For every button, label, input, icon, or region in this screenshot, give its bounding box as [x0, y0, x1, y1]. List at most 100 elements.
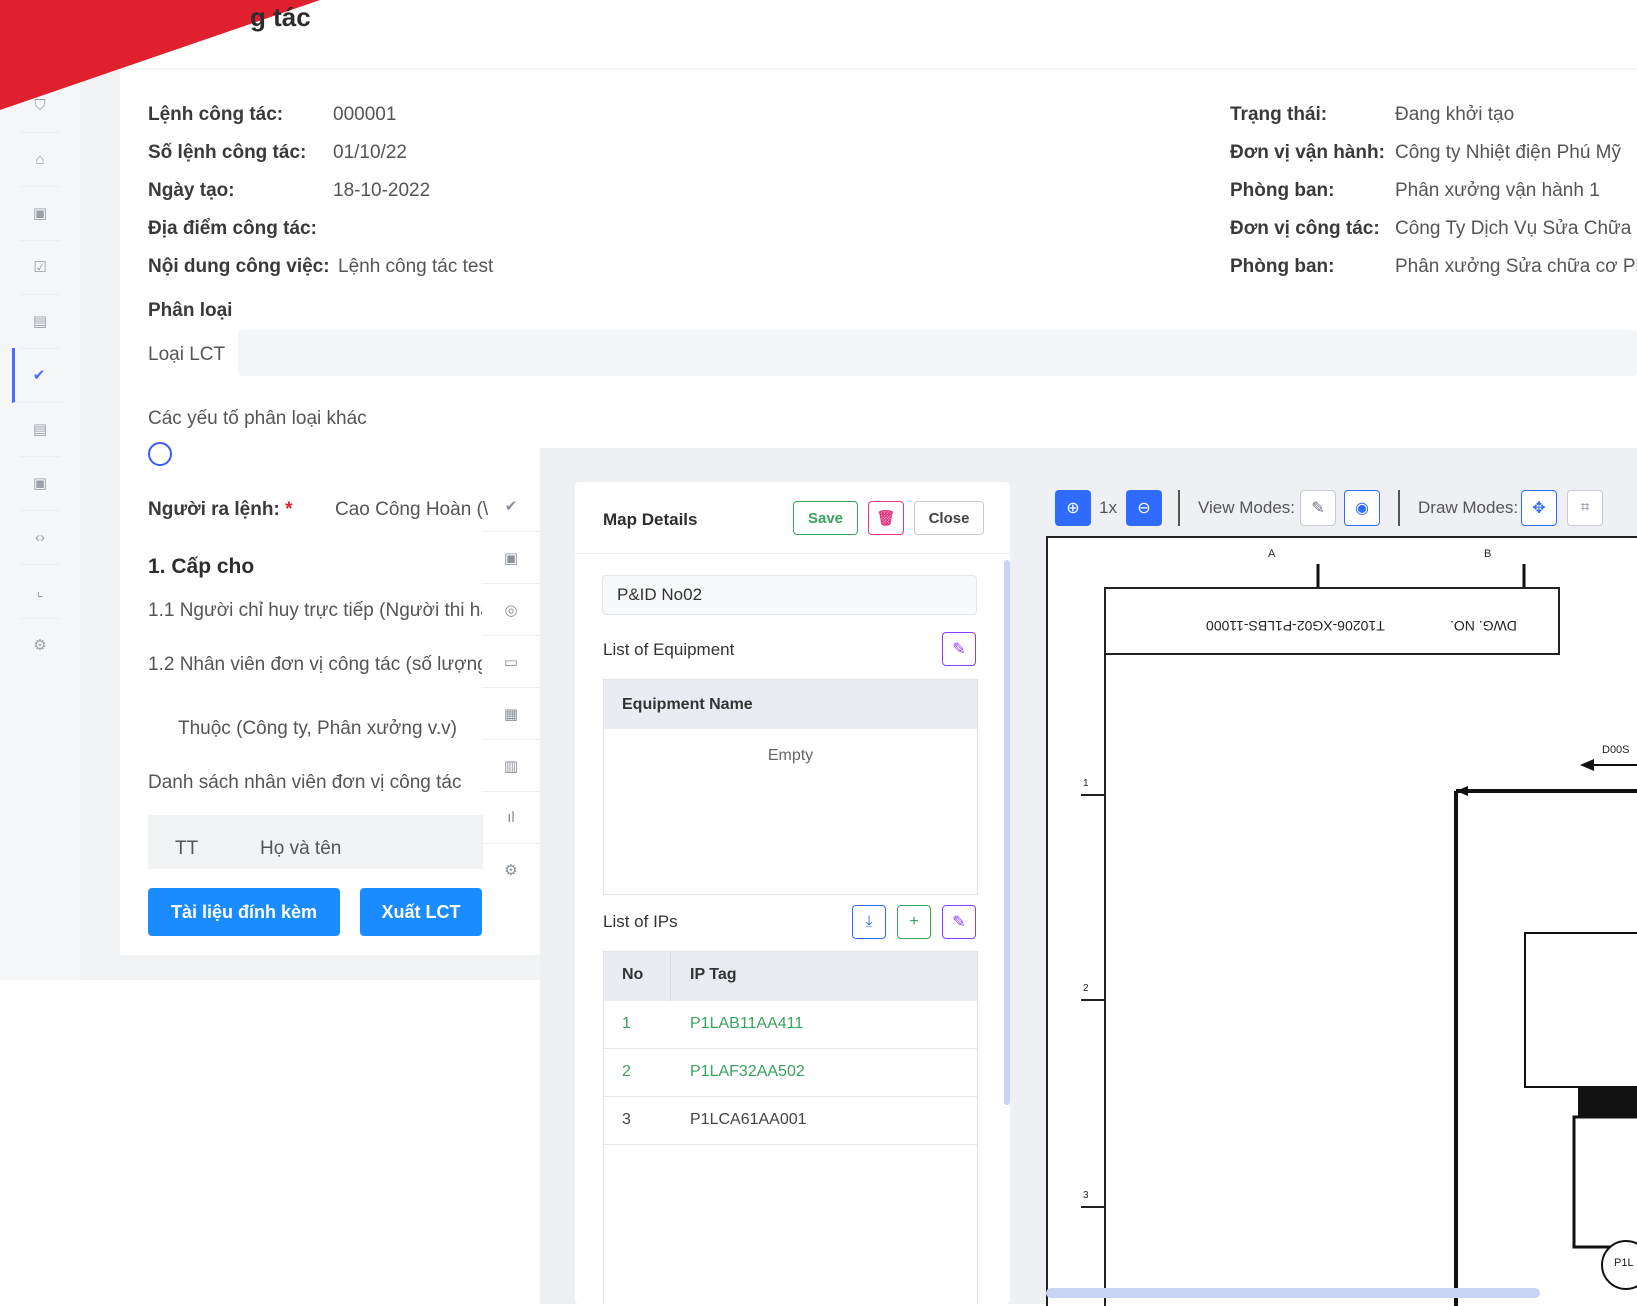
ip-col-divider: [670, 952, 671, 1001]
chart-icon[interactable]: ⌞: [20, 564, 60, 619]
ip-list-label: List of IPs: [603, 912, 678, 931]
bar-chart-icon[interactable]: ıl: [482, 792, 540, 844]
ip-row-tag: P1LAF32AA502: [690, 1063, 805, 1080]
move-icon: ✥: [1532, 500, 1546, 517]
settings-icon[interactable]: ⚙: [20, 618, 60, 672]
ip-col-tag: IP Tag: [690, 966, 737, 983]
folder-icon[interactable]: ▭: [482, 636, 540, 688]
pid-name-field[interactable]: P&ID No02: [602, 575, 977, 615]
department-value: Phân xưởng vận hành 1: [1395, 180, 1600, 201]
check-circle-icon[interactable]: ✔: [12, 348, 63, 403]
delete-button[interactable]: 🗑: [868, 501, 904, 535]
status-value: Đang khởi tạo: [1395, 104, 1515, 125]
crop-mode-button[interactable]: ⌗: [1567, 490, 1603, 526]
other-factors-label: Các yếu tố phân loại khác: [148, 408, 367, 429]
toolbar-separator: [1398, 490, 1400, 526]
check-square-icon[interactable]: ☑: [20, 240, 60, 295]
add-ip-button[interactable]: +: [897, 905, 931, 939]
target-icon[interactable]: ◎: [482, 584, 540, 636]
drawing-tag[interactable]: P1L: [1614, 1257, 1634, 1269]
calendar-icon[interactable]: ▣: [20, 186, 60, 241]
export-button[interactable]: Xuất LCT: [360, 888, 482, 936]
other-factors-radio[interactable]: [148, 442, 172, 466]
classification-heading: Phân loại: [148, 300, 233, 321]
draw-modes-label: Draw Modes:: [1418, 498, 1519, 517]
check-circle-icon[interactable]: ✔: [482, 480, 540, 532]
calendar-icon[interactable]: ▣: [20, 456, 60, 511]
view-mode-button[interactable]: ◉: [1344, 490, 1380, 526]
download-icon: ⤓: [865, 913, 873, 930]
panel-scrollbar[interactable]: [1004, 560, 1010, 1105]
staff-col-name: Họ và tên: [260, 838, 342, 859]
panel-divider: [575, 553, 1010, 554]
drawing-arrow-label: D00S: [1602, 744, 1630, 756]
issuer-label-text: Người ra lệnh:: [148, 499, 280, 520]
building-icon[interactable]: ▤: [20, 402, 60, 457]
created-date-label: Ngày tạo:: [148, 180, 235, 201]
ip-row-tag: P1LCA61AA001: [690, 1111, 807, 1128]
close-button[interactable]: Close: [914, 501, 984, 535]
zoom-in-icon: ⊕: [1066, 500, 1080, 517]
zoom-out-button[interactable]: ⊖: [1126, 490, 1162, 526]
ip-row-no: 1: [622, 1015, 631, 1032]
order-type-select[interactable]: [238, 330, 1637, 376]
section-1-title: 1. Cấp cho: [148, 555, 255, 578]
code-icon[interactable]: ‹›: [20, 510, 60, 565]
crop-icon: ⌗: [1580, 499, 1590, 516]
drawing-col-a: A: [1268, 548, 1276, 560]
pencil-icon: ✎: [952, 641, 966, 658]
issuer-value[interactable]: Cao Công Hoàn (\: [335, 499, 488, 521]
location-label: Địa điểm công tác:: [148, 218, 317, 239]
edit-mode-button[interactable]: ✎: [1300, 490, 1336, 526]
ip-row-tag: P1LAB11AA411: [690, 1015, 804, 1032]
ip-col-no: No: [622, 966, 644, 983]
order-number-label: Số lệnh công tác:: [148, 142, 307, 163]
download-button[interactable]: ⤓: [852, 905, 886, 939]
calendar-icon[interactable]: ▣: [482, 532, 540, 584]
drawing-row-1: 1: [1083, 778, 1089, 789]
toolbar-separator: [1178, 490, 1180, 526]
pid-drawing-canvas[interactable]: A B T10206-XG02-P1LBS-11000 DWG. NO. 1 2…: [1046, 536, 1637, 1306]
save-button[interactable]: Save: [793, 501, 858, 535]
ip-table-header: No IP Tag: [604, 952, 977, 1001]
required-mark: *: [285, 499, 293, 520]
work-order-label: Lệnh công tác:: [148, 104, 284, 125]
department-label: Phòng ban:: [1230, 180, 1335, 201]
building-icon[interactable]: ⌂: [20, 132, 60, 187]
edit-ip-button[interactable]: ✎: [942, 905, 976, 939]
map-details-title: Map Details: [603, 510, 698, 529]
staff-count-label: 1.2 Nhân viên đơn vị công tác (số lượng: [148, 654, 482, 675]
shield-icon[interactable]: ⛉: [20, 78, 60, 133]
attachments-button[interactable]: Tài liệu đính kèm: [148, 888, 340, 936]
plus-icon: +: [909, 913, 919, 930]
ip-row-no: 2: [622, 1063, 631, 1080]
table-row[interactable]: 3 P1LCA61AA001: [604, 1097, 977, 1145]
table-row[interactable]: 2 P1LAF32AA502: [604, 1049, 977, 1097]
work-unit-value: Công Ty Dịch Vụ Sửa Chữa C: [1395, 218, 1637, 239]
columns-icon[interactable]: ▥: [482, 740, 540, 792]
staff-list-label: Danh sách nhân viên đơn vị công tác: [148, 772, 462, 793]
building-icon[interactable]: ▤: [20, 294, 60, 349]
work-order-value: 000001: [333, 104, 397, 125]
issuer-label: Người ra lệnh: *: [148, 499, 292, 521]
settings-icon[interactable]: ⚙: [482, 844, 540, 895]
pid-drawing: [1081, 564, 1637, 1306]
table-row[interactable]: 1 P1LAB11AA411: [604, 1001, 977, 1049]
drawing-number-label: DWG. NO.: [1450, 618, 1517, 634]
grid-icon[interactable]: ▦: [482, 688, 540, 740]
zoom-out-icon: ⊖: [1137, 500, 1151, 517]
secondary-rail: ✔ ▣ ◎ ▭ ▦ ▥ ıl ⚙: [482, 480, 540, 900]
move-mode-button[interactable]: ✥: [1521, 490, 1557, 526]
edit-equipment-button[interactable]: ✎: [942, 632, 976, 666]
view-modes-label: View Modes:: [1198, 498, 1296, 517]
canvas-scrollbar[interactable]: [1046, 1288, 1540, 1298]
work-department-label: Phòng ban:: [1230, 256, 1335, 277]
ip-row-no: 3: [622, 1111, 631, 1128]
pencil-icon: ✎: [1311, 500, 1325, 517]
zoom-in-button[interactable]: ⊕: [1055, 490, 1091, 526]
content-value: Lệnh công tác test: [338, 256, 494, 277]
page-title: g tác: [250, 2, 311, 32]
created-date-value: 18-10-2022: [333, 180, 431, 201]
operating-unit-value: Công ty Nhiệt điện Phú Mỹ: [1395, 142, 1622, 163]
order-number-value: 01/10/22: [333, 142, 407, 163]
